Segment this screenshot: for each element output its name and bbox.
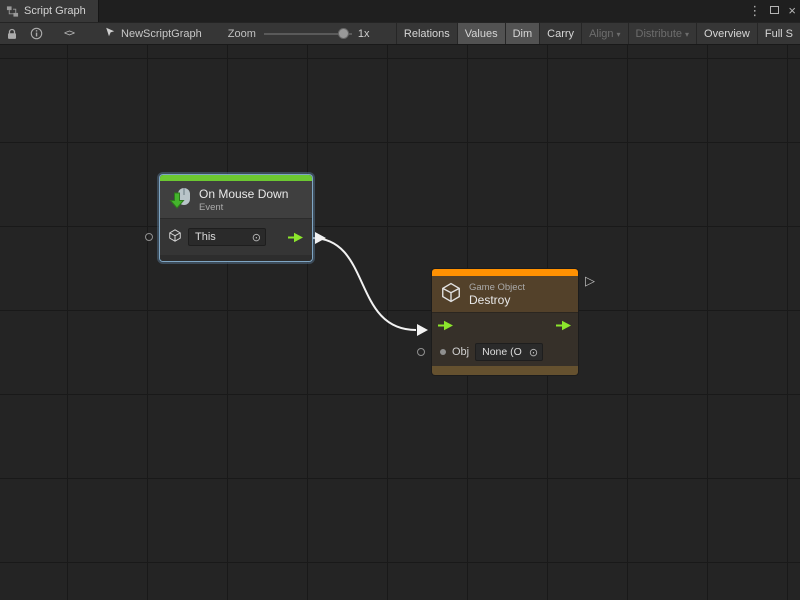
gameobject-cube-icon — [168, 228, 182, 246]
carry-button[interactable]: Carry — [539, 23, 581, 45]
window-controls: ⋮ × — [748, 0, 796, 22]
destroy-obj-row: Obj None (O ⊙ — [432, 338, 578, 366]
chevron-down-icon: ▾ — [617, 30, 621, 39]
obj-input-port[interactable] — [417, 348, 425, 356]
values-button[interactable]: Values — [457, 23, 505, 45]
zoom-slider[interactable] — [264, 23, 352, 45]
overview-button[interactable]: Overview — [696, 23, 757, 45]
tab-title: Script Graph — [24, 5, 86, 17]
flow-input-port[interactable] — [438, 320, 454, 331]
graph-canvas[interactable]: On Mouse Down Event This ⊙ — [0, 45, 800, 600]
object-picker-icon[interactable]: ⊙ — [529, 346, 538, 359]
lock-icon[interactable] — [0, 23, 24, 45]
object-picker-icon[interactable]: ⊙ — [252, 231, 261, 244]
obj-port-dot — [440, 349, 446, 355]
event-node-header[interactable]: On Mouse Down Event — [160, 181, 312, 218]
align-button[interactable]: Align▾ — [581, 23, 627, 45]
target-field[interactable]: This ⊙ — [188, 228, 266, 246]
toolbar-buttons: Relations Values Dim Carry Align▾ Distri… — [396, 23, 800, 45]
destroy-node-category: Game Object — [469, 282, 525, 293]
info-icon[interactable] — [24, 23, 48, 45]
dim-button[interactable]: Dim — [505, 23, 540, 45]
tab-script-graph[interactable]: Script Graph — [0, 0, 99, 22]
close-icon[interactable]: × — [788, 0, 796, 22]
code-icon[interactable]: <> — [64, 28, 74, 39]
target-input-port[interactable] — [145, 233, 153, 241]
node-on-mouse-down[interactable]: On Mouse Down Event This ⊙ — [160, 175, 312, 261]
mouse-event-icon — [168, 186, 192, 213]
event-node-subtitle: Event — [199, 202, 288, 213]
menu-icon[interactable]: ⋮ — [748, 0, 761, 22]
destroy-flow-row: ▷ — [432, 312, 578, 338]
obj-label: Obj — [452, 346, 469, 358]
destroy-node-header[interactable]: Game Object Destroy — [432, 276, 578, 312]
destroy-accent-bar — [432, 269, 578, 276]
flow-output-triangle[interactable]: ▷ — [585, 274, 595, 287]
event-node-title: On Mouse Down — [199, 187, 288, 201]
zoom-label: Zoom — [228, 28, 256, 40]
zoom-slider-knob[interactable] — [338, 28, 349, 39]
script-graph-window: Script Graph ⋮ × <> NewScriptGraph Zoom … — [0, 0, 800, 600]
destroy-node-title: Destroy — [469, 293, 525, 307]
graph-asset-icon — [104, 26, 116, 41]
tab-bar: Script Graph ⋮ × — [0, 0, 800, 22]
event-node-footer — [160, 255, 312, 261]
obj-field[interactable]: None (O ⊙ — [475, 343, 543, 361]
relations-button[interactable]: Relations — [396, 23, 457, 45]
script-graph-icon — [6, 5, 19, 18]
graph-toolbar: <> NewScriptGraph Zoom 1x Relations Valu… — [0, 22, 800, 45]
trigger-output-port[interactable] — [288, 232, 304, 243]
flow-output-port[interactable] — [556, 320, 572, 331]
maximize-icon[interactable] — [770, 5, 779, 17]
node-destroy[interactable]: Game Object Destroy ▷ Obj None (O — [432, 269, 578, 375]
destroy-node-footer — [432, 366, 578, 375]
fullscreen-button[interactable]: Full S — [757, 23, 800, 45]
zoom-value: 1x — [358, 28, 370, 40]
distribute-button[interactable]: Distribute▾ — [628, 23, 696, 45]
graph-name[interactable]: NewScriptGraph — [104, 26, 202, 41]
connection-wire — [0, 45, 800, 600]
chevron-down-icon: ▾ — [685, 30, 689, 39]
gameobject-cube-icon — [440, 281, 462, 307]
